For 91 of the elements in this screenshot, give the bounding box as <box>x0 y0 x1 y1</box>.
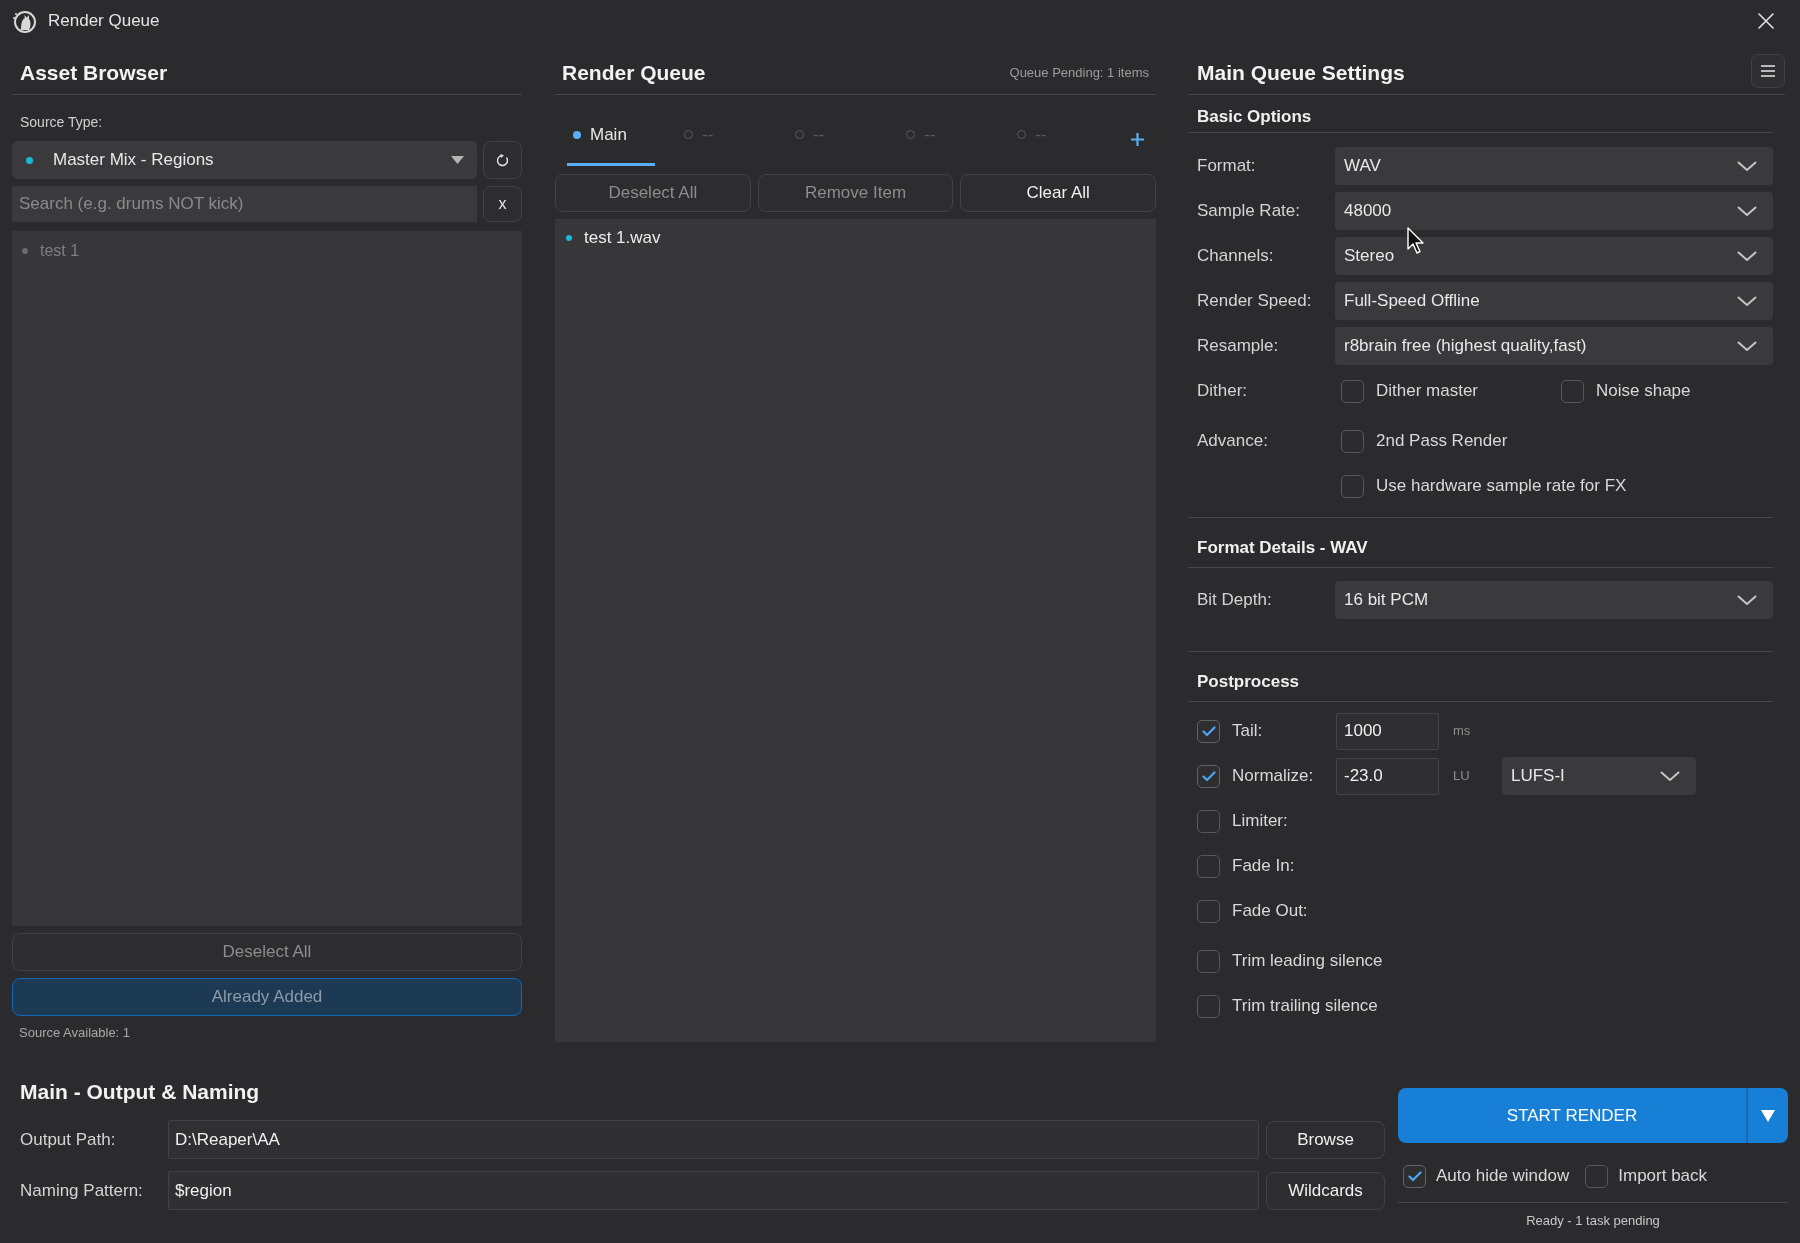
queue-count-text: Queue Pending: 1 items <box>1009 63 1149 82</box>
dropdown[interactable]: WAV <box>1335 147 1773 185</box>
field-label: Channels: <box>1197 245 1275 268</box>
check-icon <box>1201 725 1216 737</box>
checkbox[interactable] <box>1341 379 1364 403</box>
chevron-down-icon <box>1737 295 1757 307</box>
field-label: Resample: <box>1197 335 1280 358</box>
dropdown[interactable]: Master Mix - Regions <box>12 141 477 179</box>
close-icon[interactable] <box>1758 13 1774 29</box>
checkbox[interactable] <box>1197 719 1220 743</box>
panel-title: Main Queue Settings <box>1197 59 1405 86</box>
checkbox-label: Fade In: <box>1232 855 1295 878</box>
unit-label: ms <box>1453 722 1472 741</box>
list-item[interactable]: test 1.wav <box>555 225 667 251</box>
checkbox[interactable] <box>1197 949 1220 973</box>
checkbox-label: Tail: <box>1232 720 1264 743</box>
field-label: Naming Pattern: <box>20 1179 144 1202</box>
search-field[interactable]: Search (e.g. drums NOT kick) <box>12 186 477 222</box>
menu-button[interactable] <box>1751 53 1785 88</box>
checkbox-label: Normalize: <box>1232 765 1315 788</box>
check-icon <box>1407 1170 1422 1182</box>
caret-down-icon <box>451 156 464 164</box>
checkbox-label: Fade Out: <box>1232 900 1308 923</box>
section-title: Format Details - WAV <box>1197 537 1368 559</box>
panel-title: Render Queue <box>562 59 706 86</box>
chevron-down-icon <box>1737 340 1757 352</box>
text-field[interactable]: $region <box>168 1171 1259 1210</box>
checkbox[interactable] <box>1341 429 1364 453</box>
checkbox-label: Import back <box>1618 1165 1708 1188</box>
section-title: Basic Options <box>1197 106 1312 128</box>
field-label: Format: <box>1197 155 1257 178</box>
checkbox[interactable] <box>1197 764 1220 788</box>
checkbox-label: Noise shape <box>1596 380 1691 403</box>
checkbox[interactable] <box>1197 854 1220 878</box>
checkbox[interactable] <box>1561 379 1584 403</box>
panel-title: Asset Browser <box>20 59 168 86</box>
button[interactable]: Clear All <box>960 174 1156 212</box>
text-field[interactable]: D:\Reaper\AA <box>168 1120 1259 1159</box>
chevron-down-icon <box>1737 160 1757 172</box>
checkbox-label: Dither master <box>1376 380 1479 403</box>
number-field[interactable]: -23.0 <box>1336 757 1439 795</box>
section-title: Main - Output & Naming <box>20 1079 260 1105</box>
field-label: Bit Depth: <box>1197 589 1273 612</box>
checkbox[interactable] <box>1197 994 1220 1018</box>
refresh-icon <box>496 153 509 167</box>
field-label: Output Path: <box>20 1128 117 1151</box>
field-label: Source Type: <box>20 113 103 132</box>
dropdown[interactable]: LUFS-I <box>1502 757 1696 795</box>
checkbox[interactable] <box>1585 1164 1609 1188</box>
status-text: Source Available: 1 <box>19 1024 131 1042</box>
dropdown[interactable]: r8brain free (highest quality,fast) <box>1335 327 1773 365</box>
dropdown[interactable]: Full-Speed Offline <box>1335 282 1773 320</box>
checkbox-label: 2nd Pass Render <box>1376 430 1508 453</box>
field-label: Sample Rate: <box>1197 200 1301 223</box>
field-label: Advance: <box>1197 431 1268 451</box>
field-label: Render Speed: <box>1197 290 1313 313</box>
button[interactable]: Wildcards <box>1266 1171 1385 1210</box>
plus-icon[interactable] <box>1131 133 1144 146</box>
mouse-pointer-icon <box>1407 227 1425 255</box>
render-menu-button[interactable] <box>1746 1088 1788 1143</box>
field-label: Dither: <box>1197 381 1248 401</box>
checkbox-label: Limiter: <box>1232 810 1288 833</box>
button[interactable]: Browse <box>1266 1120 1385 1159</box>
chevron-down-icon <box>1737 594 1757 606</box>
checkbox[interactable] <box>1197 899 1220 923</box>
status-text: Ready - 1 task pending <box>1526 1212 1660 1230</box>
number-field[interactable]: 1000 <box>1336 712 1439 750</box>
checkbox-label: Use hardware sample rate for FX <box>1376 475 1627 498</box>
clear-search-button[interactable]: x <box>483 186 522 222</box>
checkbox[interactable] <box>1403 1164 1426 1188</box>
unit-label: LU <box>1453 767 1471 786</box>
chevron-down-icon <box>1660 770 1680 782</box>
checkbox[interactable] <box>1197 809 1220 833</box>
caret-down-icon <box>1761 1109 1775 1122</box>
window-title: Render Queue <box>48 10 160 33</box>
app-logo-icon <box>12 9 36 33</box>
dropdown[interactable]: 48000 <box>1335 192 1773 230</box>
start-render-button[interactable]: START RENDER <box>1398 1088 1746 1143</box>
dropdown[interactable]: Stereo <box>1335 237 1773 275</box>
dropdown[interactable]: 16 bit PCM <box>1335 581 1773 619</box>
checkbox-label: Trim leading silence <box>1232 950 1383 973</box>
check-icon <box>1201 770 1216 782</box>
menu-icon <box>1761 64 1775 77</box>
checkbox-label: Trim trailing silence <box>1232 995 1378 1018</box>
checkbox-label: Auto hide window <box>1436 1165 1570 1188</box>
tab[interactable]: Main <box>567 110 655 166</box>
checkbox[interactable] <box>1341 474 1364 498</box>
chevron-down-icon <box>1737 250 1757 262</box>
section-title: Postprocess <box>1197 671 1300 693</box>
chevron-down-icon <box>1737 205 1757 217</box>
refresh-button[interactable] <box>483 141 522 179</box>
